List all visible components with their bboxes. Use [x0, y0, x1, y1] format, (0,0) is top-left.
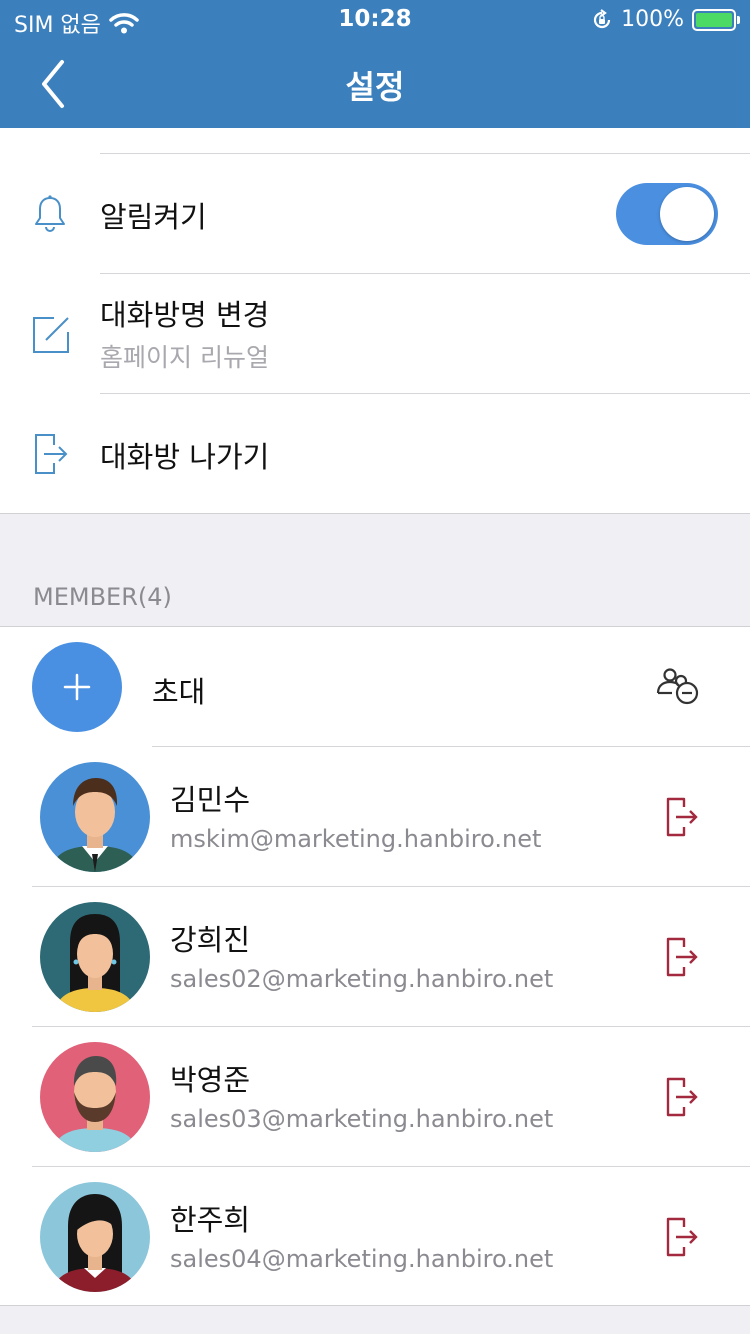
rotation-lock-icon: [594, 8, 611, 28]
member-row[interactable]: 한주희 sales04@marketing.hanbiro.net: [0, 1167, 750, 1307]
avatar: [40, 762, 150, 872]
app-header: SIM 없음 10:28 100% 설정: [0, 0, 750, 128]
member-email: mskim@marketing.hanbiro.net: [170, 825, 542, 853]
remove-member-icon[interactable]: [654, 667, 700, 707]
kick-member-icon[interactable]: [664, 935, 700, 979]
toggle-knob: [660, 187, 714, 241]
status-bar: SIM 없음 10:28 100%: [0, 0, 750, 40]
divider: [100, 153, 750, 154]
invite-button[interactable]: [32, 642, 122, 732]
member-row[interactable]: 김민수 mskim@marketing.hanbiro.net: [0, 747, 750, 887]
settings-group: 알림켜기 대화방명 변경 홈페이지 리뉴얼 대화방 나가기: [0, 128, 750, 514]
invite-label[interactable]: 초대: [152, 669, 205, 711]
member-list: 초대 김민수 mskim@marketing.hanbiro.net 강희진 s…: [0, 626, 750, 1306]
edit-icon: [33, 317, 69, 353]
battery-percent: 100%: [621, 7, 684, 32]
member-name: 한주희: [170, 1203, 251, 1237]
member-name: 김민수: [170, 783, 251, 817]
leave-room-label[interactable]: 대화방 나가기: [100, 434, 269, 476]
notification-label: 알림켜기: [100, 200, 207, 234]
divider: [100, 273, 750, 274]
avatar: [40, 1042, 150, 1152]
member-row[interactable]: 강희진 sales02@marketing.hanbiro.net: [0, 887, 750, 1027]
kick-member-icon[interactable]: [664, 1075, 700, 1119]
notification-toggle[interactable]: [616, 183, 718, 245]
room-name-value: 홈페이지 리뉴얼: [100, 343, 269, 372]
battery-charging-icon: [692, 8, 740, 31]
bell-icon: [35, 195, 65, 232]
member-email: sales03@marketing.hanbiro.net: [170, 1105, 554, 1133]
divider: [100, 393, 750, 394]
member-row[interactable]: 박영준 sales03@marketing.hanbiro.net: [0, 1027, 750, 1167]
avatar: [40, 902, 150, 1012]
avatar: [40, 1182, 150, 1292]
exit-icon: [35, 434, 68, 474]
kick-member-icon[interactable]: [664, 1215, 700, 1259]
member-name: 박영준: [170, 1063, 251, 1097]
plus-icon: [63, 673, 91, 701]
member-email: sales02@marketing.hanbiro.net: [170, 965, 554, 993]
member-email: sales04@marketing.hanbiro.net: [170, 1245, 554, 1273]
member-section-header: MEMBER(4): [33, 583, 172, 611]
member-name: 강희진: [170, 923, 251, 957]
kick-member-icon[interactable]: [664, 795, 700, 839]
page-title: 설정: [345, 68, 405, 106]
rename-label[interactable]: 대화방명 변경: [100, 292, 269, 334]
